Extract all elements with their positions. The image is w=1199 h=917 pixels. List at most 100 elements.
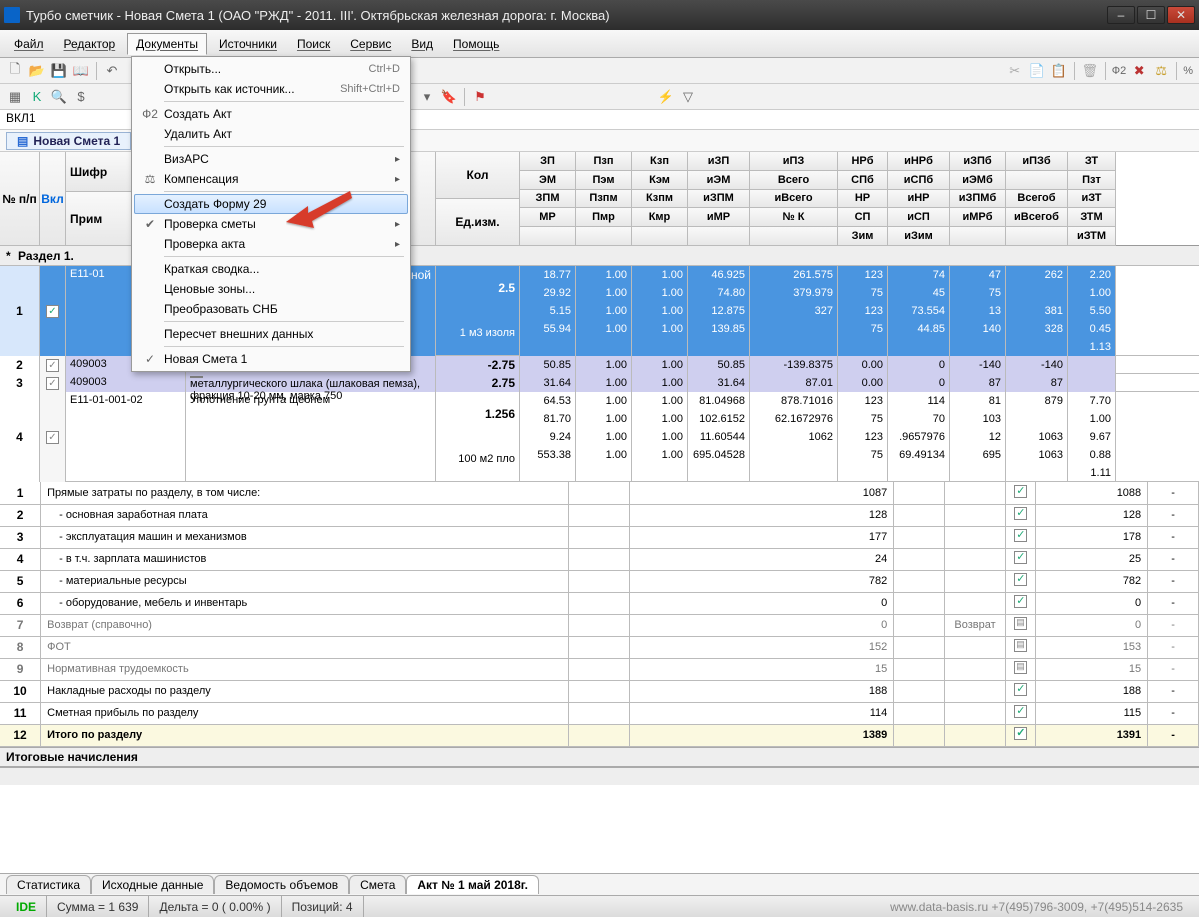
data-cell[interactable]: 0 — [888, 374, 950, 392]
copy-icon[interactable]: 📄 — [1028, 62, 1046, 80]
menu-file[interactable]: Файл — [6, 34, 52, 54]
data-cell[interactable]: 1062 — [750, 428, 838, 446]
data-cell[interactable]: 5.15 — [520, 302, 576, 320]
menu-item-удалить-акт[interactable]: Удалить Акт — [134, 124, 408, 144]
data-cell[interactable]: 1.11 — [1068, 464, 1116, 482]
menu-item-создать-форму-29[interactable]: Создать Форму 29 — [134, 194, 408, 214]
data-cell[interactable]: 1.00 — [1068, 410, 1116, 428]
data-cell[interactable] — [688, 338, 750, 356]
menu-help[interactable]: Помощь — [445, 34, 507, 54]
delete-icon[interactable]: 🗑 — [1081, 62, 1099, 80]
data-cell[interactable] — [632, 464, 688, 482]
paste-icon[interactable]: 📋 — [1050, 62, 1068, 80]
summary-row-6[interactable]: 6- оборудование, мебель и инвентарь00- — [0, 592, 1199, 614]
data-cell[interactable]: 379.979 — [750, 284, 838, 302]
data-cell[interactable]: 123 — [838, 392, 888, 410]
data-cell[interactable]: 1063 — [1006, 446, 1068, 464]
data-cell[interactable]: -140 — [1006, 356, 1068, 374]
db-icon[interactable]: ▦ — [6, 88, 24, 106]
data-cell[interactable]: 553.38 — [520, 446, 576, 464]
data-cell[interactable] — [1006, 338, 1068, 356]
data-cell[interactable]: 1.00 — [632, 302, 688, 320]
data-cell[interactable]: 12.875 — [688, 302, 750, 320]
data-cell[interactable]: 1.00 — [576, 428, 632, 446]
data-cell[interactable] — [688, 464, 750, 482]
forbid-icon[interactable]: ✖ — [1130, 62, 1148, 80]
menu-item-проверка-акта[interactable]: Проверка акта▸ — [134, 234, 408, 254]
data-cell[interactable]: 1.00 — [632, 356, 688, 374]
data-cell[interactable]: 75 — [838, 320, 888, 338]
data-cell[interactable]: 123 — [838, 266, 888, 284]
data-cell[interactable]: 1.00 — [632, 320, 688, 338]
zoom-icon[interactable]: 🔍 — [50, 88, 68, 106]
row-include-checkbox[interactable]: ✓ — [40, 266, 66, 356]
data-cell[interactable]: 1.00 — [1068, 284, 1116, 302]
data-cell[interactable]: 31.64 — [520, 374, 576, 392]
balance-icon[interactable]: ⚖ — [1152, 62, 1170, 80]
row-code[interactable]: 409003 — [66, 374, 186, 392]
data-cell[interactable]: 1063 — [1006, 428, 1068, 446]
data-cell[interactable]: 1.00 — [576, 356, 632, 374]
data-cell[interactable]: 75 — [838, 284, 888, 302]
minimize-button[interactable]: – — [1107, 6, 1135, 24]
summary-row-1[interactable]: 1Прямые затраты по разделу, в том числе:… — [0, 482, 1199, 504]
data-cell[interactable]: 81.70 — [520, 410, 576, 428]
data-cell[interactable]: 0.88 — [1068, 446, 1116, 464]
data-cell[interactable]: 75 — [838, 410, 888, 428]
summary-row-5[interactable]: 5- материальные ресурсы782782- — [0, 570, 1199, 592]
funnel-icon[interactable]: ▽ — [679, 88, 697, 106]
doc-tab-1[interactable]: ▤ Новая Смета 1 — [6, 132, 131, 150]
data-cell[interactable]: 695 — [950, 446, 1006, 464]
data-cell[interactable]: 878.71016 — [750, 392, 838, 410]
data-cell[interactable]: 123 — [838, 302, 888, 320]
data-cell[interactable]: 1.00 — [576, 446, 632, 464]
open-icon[interactable]: 📂 — [28, 62, 46, 80]
data-cell[interactable]: 47 — [950, 266, 1006, 284]
data-cell[interactable]: 55.94 — [520, 320, 576, 338]
data-cell[interactable] — [750, 320, 838, 338]
menu-item-визарс[interactable]: ВизАРС▸ — [134, 149, 408, 169]
data-cell[interactable] — [632, 338, 688, 356]
row-include-checkbox[interactable]: ✓ — [40, 392, 66, 482]
data-cell[interactable] — [1006, 284, 1068, 302]
data-cell[interactable]: 45 — [888, 284, 950, 302]
menu-item-проверка-сметы[interactable]: ✔Проверка сметы▸ — [134, 214, 408, 234]
summary-row-12[interactable]: 12Итого по разделу13891391- — [0, 724, 1199, 746]
data-cell[interactable]: 261.575 — [750, 266, 838, 284]
data-cell[interactable]: 1.00 — [576, 392, 632, 410]
data-cell[interactable]: 62.1672976 — [750, 410, 838, 428]
data-cell[interactable]: 1.00 — [576, 302, 632, 320]
data-cell[interactable]: 695.04528 — [688, 446, 750, 464]
mark-icon[interactable]: ▾ — [418, 88, 436, 106]
data-cell[interactable] — [520, 338, 576, 356]
data-cell[interactable]: 1.00 — [632, 392, 688, 410]
data-cell[interactable]: 0.45 — [1068, 320, 1116, 338]
data-cell[interactable]: 50.85 — [688, 356, 750, 374]
data-cell[interactable]: 13 — [950, 302, 1006, 320]
data-cell[interactable]: 75 — [950, 284, 1006, 302]
data-cell[interactable]: 87 — [1006, 374, 1068, 392]
data-cell[interactable] — [888, 338, 950, 356]
data-cell[interactable]: 18.77 — [520, 266, 576, 284]
data-cell[interactable] — [950, 464, 1006, 482]
data-cell[interactable]: 9.24 — [520, 428, 576, 446]
undo-icon[interactable]: ↶ — [103, 62, 121, 80]
summary-row-8[interactable]: 8ФОТ152153- — [0, 636, 1199, 658]
menu-item-компенсация[interactable]: ⚖Компенсация▸ — [134, 169, 408, 189]
data-cell[interactable] — [950, 338, 1006, 356]
menu-item-открыть-как-источник---[interactable]: Открыть как источник...Shift+Ctrl+D — [134, 79, 408, 99]
data-cell[interactable] — [750, 446, 838, 464]
data-cell[interactable] — [576, 338, 632, 356]
data-cell[interactable]: 87.01 — [750, 374, 838, 392]
tab-source-data[interactable]: Исходные данные — [91, 875, 214, 894]
new-icon[interactable]: 🗋 — [6, 62, 24, 80]
summary-row-3[interactable]: 3- эксплуатация машин и механизмов177178… — [0, 526, 1199, 548]
data-cell[interactable]: 64.53 — [520, 392, 576, 410]
summary-row-7[interactable]: 7Возврат (справочно)0Возврат0- — [0, 614, 1199, 636]
tab-volumes[interactable]: Ведомость объемов — [214, 875, 349, 894]
data-cell[interactable]: 9.67 — [1068, 428, 1116, 446]
menu-item-пересчет-внешних-данных[interactable]: Пересчет внешних данных — [134, 324, 408, 344]
save-icon[interactable]: 💾 — [50, 62, 68, 80]
data-cell[interactable]: 70 — [888, 410, 950, 428]
menu-documents[interactable]: Документы — [127, 33, 207, 55]
